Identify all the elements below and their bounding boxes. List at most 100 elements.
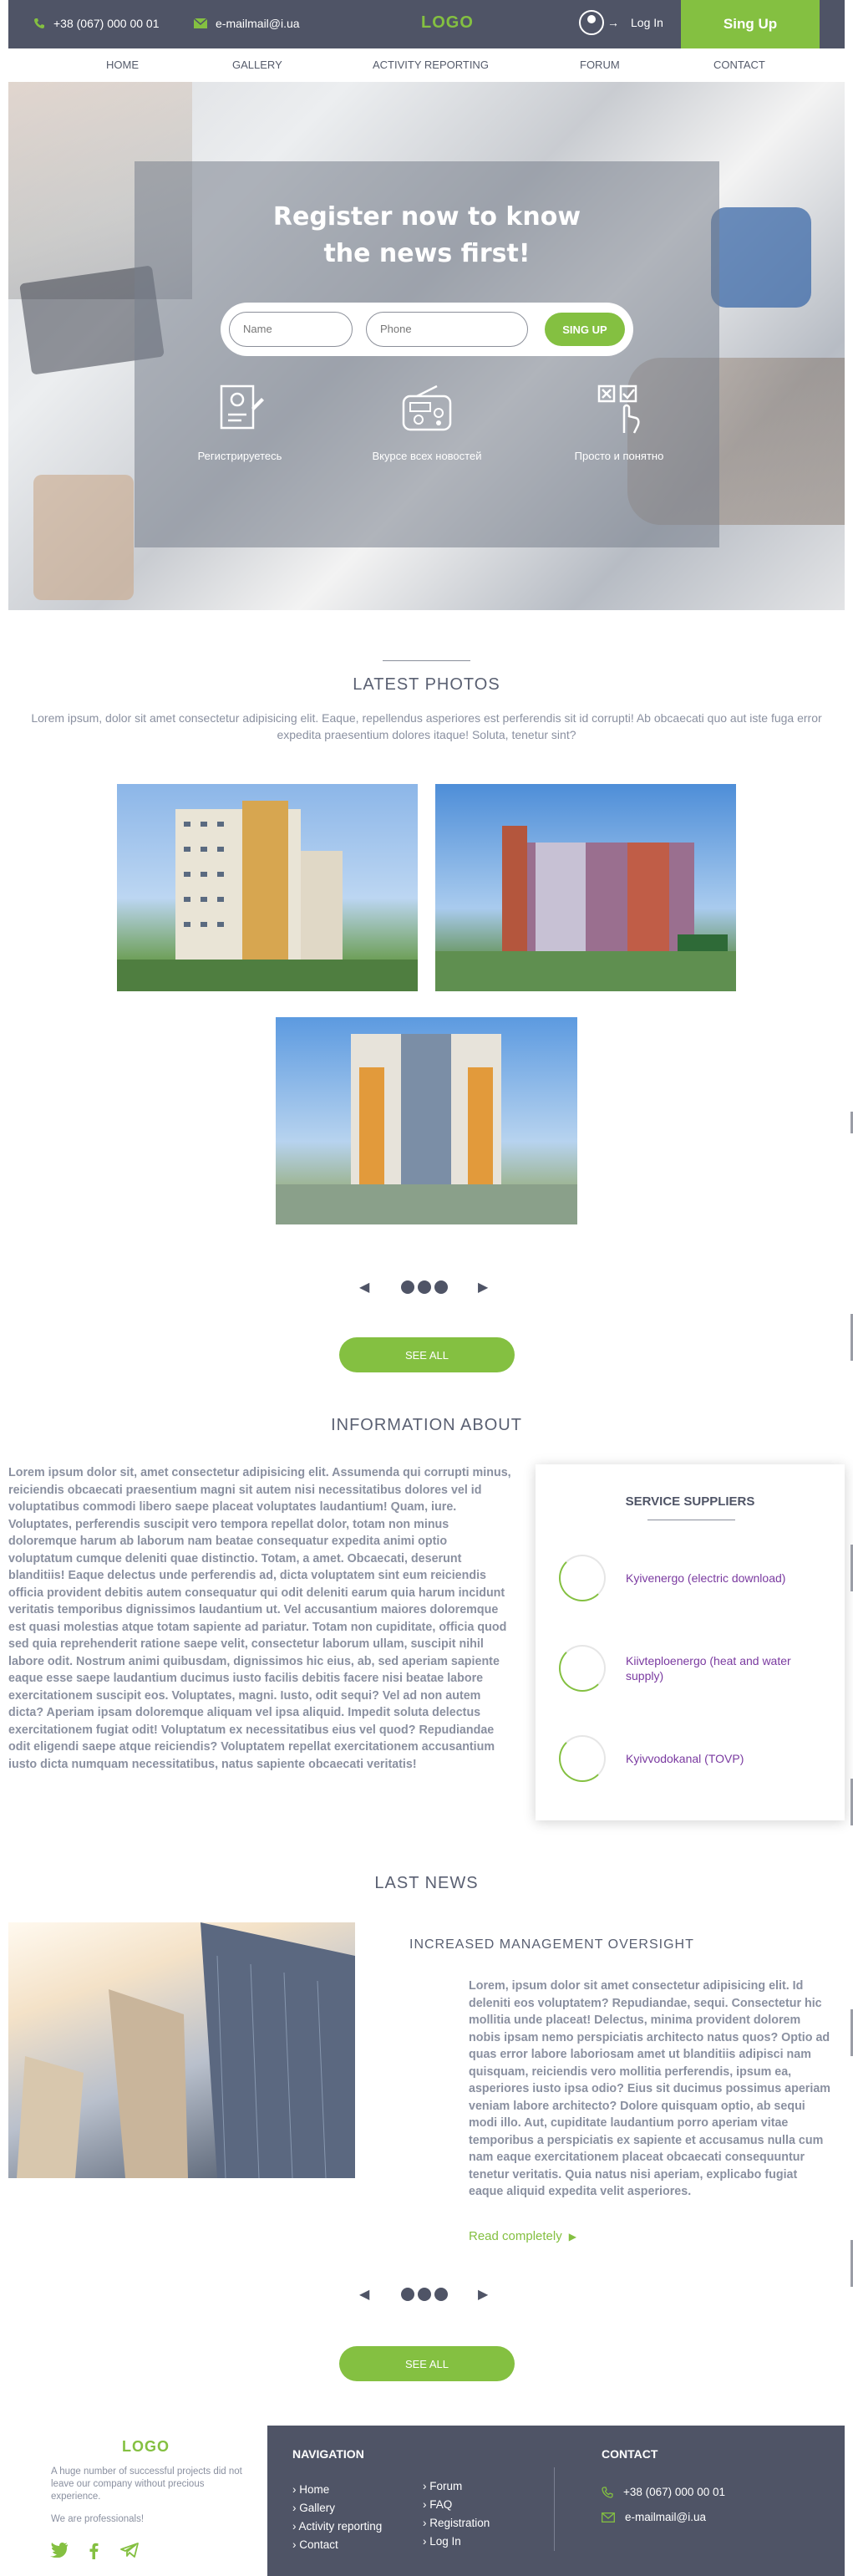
footer-nav-faq[interactable]: FAQ bbox=[423, 2496, 490, 2514]
footer-nav-title: NAVIGATION bbox=[292, 2447, 364, 2461]
news-page-dot[interactable] bbox=[401, 2288, 414, 2301]
footer-nav-activity-reporting[interactable]: Activity reporting bbox=[292, 2517, 383, 2536]
feature-news: Вкурсе всех новостей bbox=[335, 383, 519, 462]
footer-description: A huge number of successful projects did… bbox=[51, 2467, 242, 2502]
nav-item-home[interactable]: HOME bbox=[106, 59, 139, 71]
hero-background-mug bbox=[711, 207, 811, 308]
footer-nav-col2: Forum FAQ Registration Log In bbox=[423, 2477, 490, 2551]
supplier-ring-icon bbox=[559, 1555, 606, 1601]
feature-simple: Просто и понятно bbox=[527, 383, 711, 462]
supplier-item[interactable]: Kiivteploenergo (heat and water supply) bbox=[559, 1645, 835, 1695]
phone-input[interactable]: Phone bbox=[366, 312, 528, 347]
footer-phone-text: +38 (067) 000 00 01 bbox=[623, 2486, 725, 2498]
nav-item-contact[interactable]: CONTACT bbox=[713, 59, 765, 71]
building-1-image bbox=[117, 801, 418, 991]
footer-nav-col1: Home Gallery Activity reporting Contact bbox=[292, 2481, 383, 2554]
envelope-icon bbox=[602, 2512, 615, 2523]
photos-prev-icon[interactable]: ◀ bbox=[359, 1279, 369, 1296]
footer-brand: LOGO A huge number of successful project… bbox=[8, 2426, 267, 2576]
footer-nav-contact[interactable]: Contact bbox=[292, 2536, 382, 2554]
supplier-item[interactable]: Kyivenergo (electric download) bbox=[559, 1555, 835, 1605]
header-email-text: e-mailmail@i.ua bbox=[216, 17, 300, 30]
photos-page-dot[interactable] bbox=[418, 1280, 431, 1294]
hero-background-cup bbox=[33, 475, 134, 600]
supplier-item[interactable]: Kyivvodokanal (TOVP) bbox=[559, 1735, 835, 1785]
feature-news-label: Вкурсе всех новостей bbox=[372, 450, 482, 462]
envelope-icon bbox=[194, 18, 207, 28]
feature-register: Регистрируетесь bbox=[148, 383, 332, 462]
supplier-link[interactable]: Kyivvodokanal (TOVP) bbox=[626, 1735, 826, 1782]
user-icon bbox=[579, 10, 604, 35]
footer-professionals: We are professionals! bbox=[51, 2514, 145, 2524]
registration-form-icon bbox=[220, 384, 264, 430]
nav-item-activity-reporting[interactable]: ACTIVITY REPORTING bbox=[373, 59, 489, 71]
feature-simple-label: Просто и понятно bbox=[574, 450, 664, 462]
facebook-icon[interactable] bbox=[89, 2543, 99, 2559]
header-phone-text: +38 (067) 000 00 01 bbox=[53, 17, 160, 30]
photo-building-1[interactable] bbox=[117, 784, 418, 991]
footer-phone[interactable]: +38 (067) 000 00 01 bbox=[602, 2486, 725, 2498]
login-link[interactable]: → Log In bbox=[579, 10, 663, 35]
news-next-icon[interactable]: ▶ bbox=[478, 2286, 488, 2303]
nav-item-gallery[interactable]: GALLERY bbox=[232, 59, 282, 71]
register-title-line2: the news first! bbox=[323, 239, 531, 268]
photos-page-dot[interactable] bbox=[401, 1280, 414, 1294]
footer-nav-gallery[interactable]: Gallery bbox=[292, 2499, 382, 2517]
building-3-image bbox=[276, 1034, 577, 1224]
photos-title-line bbox=[383, 660, 470, 661]
header-phone[interactable]: +38 (067) 000 00 01 bbox=[33, 17, 160, 30]
play-arrow-icon: ▶ bbox=[568, 2230, 576, 2243]
phone-icon bbox=[602, 2486, 613, 2498]
supplier-ring-icon bbox=[559, 1735, 606, 1782]
footer-main: NAVIGATION Home Gallery Activity reporti… bbox=[267, 2426, 845, 2576]
service-suppliers-title: SERVICE SUPPLIERS bbox=[625, 1494, 755, 1509]
signup-button[interactable]: Sing Up bbox=[681, 0, 820, 48]
register-submit-button[interactable]: SING UP bbox=[545, 313, 625, 346]
building-2-image bbox=[435, 826, 736, 991]
skyscrapers-image bbox=[17, 1922, 355, 2178]
news-pager: ◀ ▶ bbox=[8, 2284, 845, 2304]
name-input[interactable]: Name bbox=[229, 312, 353, 347]
news-see-all-button[interactable]: SEE ALL bbox=[339, 2346, 515, 2381]
footer-nav-registration[interactable]: Registration bbox=[423, 2514, 490, 2533]
news-page-dot[interactable] bbox=[418, 2288, 431, 2301]
photo-building-2[interactable] bbox=[435, 784, 736, 991]
photos-see-all-button[interactable]: SEE ALL bbox=[339, 1337, 515, 1372]
supplier-link[interactable]: Kiivteploenergo (heat and water supply) bbox=[626, 1645, 826, 1692]
register-panel: Register now to know the news first! Nam… bbox=[135, 161, 719, 547]
photos-next-icon[interactable]: ▶ bbox=[478, 1279, 488, 1296]
header-logo[interactable]: LOGO bbox=[421, 13, 474, 33]
photos-title: LATEST PHOTOS bbox=[353, 675, 500, 694]
hero-section: Register now to know the news first! Nam… bbox=[8, 82, 845, 610]
footer-divider bbox=[554, 2467, 555, 2551]
footer-nav-forum[interactable]: Forum bbox=[423, 2477, 490, 2496]
main-nav: HOME GALLERY ACTIVITY REPORTING FORUM CO… bbox=[8, 48, 845, 82]
footer-email-text: e-mailmail@i.ua bbox=[625, 2511, 706, 2523]
news-prev-icon[interactable]: ◀ bbox=[359, 2286, 369, 2303]
footer-email[interactable]: e-mailmail@i.ua bbox=[602, 2511, 706, 2523]
supplier-ring-icon bbox=[559, 1645, 606, 1692]
phone-icon bbox=[34, 18, 44, 28]
news-page-dot[interactable] bbox=[434, 2288, 448, 2301]
news-image[interactable] bbox=[8, 1922, 355, 2178]
telegram-icon[interactable] bbox=[120, 2543, 139, 2558]
footer-nav-login[interactable]: Log In bbox=[423, 2533, 490, 2551]
photo-building-3[interactable] bbox=[276, 1017, 577, 1224]
photos-lead: Lorem ipsum, dolor sit amet consectetur … bbox=[31, 711, 822, 741]
photos-page-dot[interactable] bbox=[434, 1280, 448, 1294]
radio-icon bbox=[402, 384, 452, 431]
footer-nav-home[interactable]: Home bbox=[292, 2481, 382, 2499]
footer-contact-title: CONTACT bbox=[602, 2447, 658, 2461]
twitter-icon[interactable] bbox=[50, 2543, 69, 2558]
service-suppliers-card: SERVICE SUPPLIERS Kyivenergo (electric d… bbox=[536, 1464, 845, 1820]
read-more-label: Read completely bbox=[469, 2229, 562, 2243]
nav-item-forum[interactable]: FORUM bbox=[580, 59, 620, 71]
news-text: Lorem, ipsum dolor sit amet consectetur … bbox=[469, 1979, 830, 2198]
read-more-link[interactable]: Read completely ▶ bbox=[469, 2229, 576, 2243]
page: +38 (067) 000 00 01 e-mailmail@i.ua LOGO… bbox=[0, 0, 853, 2576]
supplier-link[interactable]: Kyivenergo (electric download) bbox=[626, 1555, 826, 1601]
checkbox-hand-icon bbox=[597, 384, 640, 434]
header-email[interactable]: e-mailmail@i.ua bbox=[194, 17, 300, 30]
news-headline[interactable]: INCREASED MANAGEMENT OVERSIGHT bbox=[409, 1937, 694, 1952]
footer-logo[interactable]: LOGO bbox=[122, 2438, 170, 2456]
